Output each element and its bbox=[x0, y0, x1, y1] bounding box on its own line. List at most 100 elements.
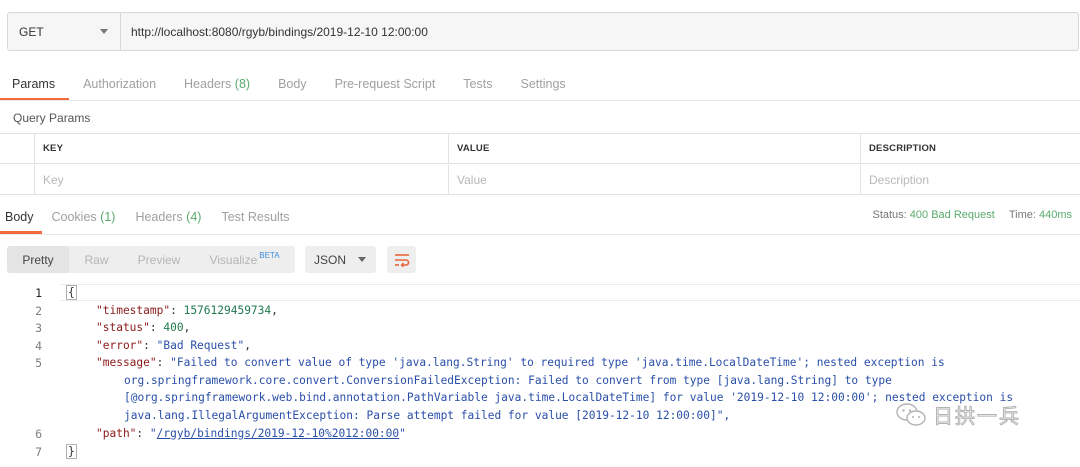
response-status: Status: 400 Bad Request Time: 440ms bbox=[872, 209, 1072, 221]
wechat-icon bbox=[896, 402, 926, 426]
json-key: "timestamp" bbox=[96, 304, 171, 317]
response-code-editor[interactable]: 1 2 3 4 5 6 7 { "timestamp": 15761294597… bbox=[0, 283, 1080, 467]
table-header-row: KEY VALUE DESCRIPTION bbox=[0, 134, 1080, 164]
tab-label: Cookies bbox=[51, 210, 97, 224]
code-line: "error": "Bad Request", bbox=[96, 339, 251, 352]
tab-label: Authorization bbox=[83, 77, 157, 91]
query-params-table: KEY VALUE DESCRIPTION Key Value Descript… bbox=[0, 133, 1080, 195]
column-value: VALUE bbox=[448, 134, 860, 163]
method-label: GET bbox=[19, 24, 44, 39]
chevron-down-icon bbox=[100, 29, 108, 34]
code-line: "timestamp": 1576129459734, bbox=[96, 304, 278, 317]
url-text: http://localhost:8080/rgyb/bindings/2019… bbox=[131, 24, 428, 39]
request-tabs: Params Authorization Headers (8) Body Pr… bbox=[0, 70, 580, 101]
json-string: "Bad Request" bbox=[156, 339, 245, 352]
tab-label: Test Results bbox=[221, 210, 290, 224]
code-line-wrapped: [@org.springframework.web.bind.annotatio… bbox=[124, 391, 1014, 404]
format-label: Visualize bbox=[209, 252, 258, 267]
format-preview[interactable]: Preview bbox=[124, 246, 194, 273]
column-description: DESCRIPTION bbox=[860, 134, 1080, 163]
tab-tests[interactable]: Tests bbox=[449, 70, 506, 101]
open-brace: { bbox=[66, 285, 77, 300]
line-number: 7 bbox=[35, 445, 42, 459]
current-line-highlight bbox=[60, 284, 1080, 301]
line-number: 3 bbox=[35, 321, 42, 335]
tab-label: Params bbox=[12, 77, 56, 91]
close-brace: } bbox=[66, 444, 77, 459]
json-key: "message" bbox=[96, 356, 157, 369]
line-number: 2 bbox=[35, 304, 42, 318]
row-checkbox-cell bbox=[0, 165, 34, 195]
table-row: Key Value Description bbox=[0, 165, 1080, 195]
tab-count: (1) bbox=[100, 210, 116, 224]
tab-pre-request-script[interactable]: Pre-request Script bbox=[321, 70, 450, 101]
format-pretty[interactable]: Pretty bbox=[7, 246, 69, 273]
tab-body[interactable]: Body bbox=[264, 70, 321, 101]
tab-headers[interactable]: Headers (8) bbox=[170, 70, 264, 101]
code-line-wrapped: java.lang.IllegalArgumentException: Pars… bbox=[124, 409, 731, 422]
divider bbox=[0, 234, 1080, 235]
line-number: 1 bbox=[35, 286, 42, 300]
time-info: Time: 440ms bbox=[1009, 209, 1072, 221]
tab-test-results[interactable]: Test Results bbox=[211, 202, 299, 234]
time-value[interactable]: 440ms bbox=[1039, 209, 1072, 221]
json-string: "/rgyb/bindings/2019-12-10%2012:00:00" bbox=[149, 427, 406, 440]
status-value[interactable]: 400 Bad Request bbox=[910, 209, 995, 221]
format-raw[interactable]: Raw bbox=[69, 246, 124, 273]
code-line: "path": "/rgyb/bindings/2019-12-10%2012:… bbox=[96, 427, 406, 440]
tab-label: Body bbox=[5, 210, 34, 224]
line-number: 6 bbox=[35, 427, 42, 441]
format-label: Preview bbox=[137, 252, 181, 267]
tab-label: Settings bbox=[520, 77, 566, 91]
header-spacer bbox=[0, 134, 34, 163]
format-visualize[interactable]: Visualize BETA bbox=[194, 246, 295, 273]
json-key: "status" bbox=[96, 321, 150, 334]
tab-response-headers[interactable]: Headers (4) bbox=[125, 202, 211, 234]
tab-params[interactable]: Params bbox=[0, 70, 70, 101]
tab-label: Body bbox=[278, 77, 307, 91]
tab-cookies[interactable]: Cookies (1) bbox=[42, 202, 126, 234]
code-line: "status": 400, bbox=[96, 321, 191, 334]
url-input[interactable]: http://localhost:8080/rgyb/bindings/2019… bbox=[121, 13, 1078, 50]
json-number: 1576129459734 bbox=[183, 304, 272, 317]
status-label: Status: bbox=[872, 209, 907, 221]
method-select[interactable]: GET bbox=[8, 13, 121, 50]
key-input[interactable]: Key bbox=[34, 165, 448, 195]
code-line-wrapped: org.springframework.core.convert.Convers… bbox=[124, 374, 892, 387]
beta-badge: BETA bbox=[259, 251, 280, 260]
format-label: Raw bbox=[84, 252, 109, 267]
wrap-lines-button[interactable] bbox=[387, 246, 416, 273]
tab-count: (4) bbox=[186, 210, 202, 224]
response-tabs: Body Cookies (1) Headers (4) Test Result… bbox=[0, 202, 300, 234]
tab-authorization[interactable]: Authorization bbox=[69, 70, 170, 101]
value-input[interactable]: Value bbox=[448, 165, 860, 195]
watermark: 日拱一兵 bbox=[895, 400, 1021, 429]
line-number: 4 bbox=[35, 339, 42, 353]
json-number: 400 bbox=[163, 321, 184, 334]
description-input[interactable]: Description bbox=[860, 165, 1080, 195]
status-info: Status: 400 Bad Request bbox=[872, 209, 994, 221]
code-line: } bbox=[66, 444, 77, 459]
tab-count: (8) bbox=[234, 77, 251, 91]
tab-response-body[interactable]: Body bbox=[0, 202, 42, 234]
time-label: Time: bbox=[1008, 209, 1036, 221]
query-params-title: Query Params bbox=[13, 111, 91, 125]
tab-settings[interactable]: Settings bbox=[506, 70, 579, 101]
wrap-lines-icon bbox=[394, 253, 409, 267]
format-tabs: Pretty Raw Preview Visualize BETA bbox=[7, 246, 295, 273]
json-key: "error" bbox=[96, 339, 144, 352]
language-label: JSON bbox=[314, 252, 347, 267]
code-line: "message": "Failed to convert value of t… bbox=[96, 356, 945, 369]
divider bbox=[0, 100, 1080, 101]
request-bar: GET http://localhost:8080/rgyb/bindings/… bbox=[7, 12, 1079, 51]
tab-label: Headers bbox=[135, 210, 183, 224]
language-select[interactable]: JSON bbox=[305, 246, 376, 273]
json-string: "Failed to convert value of type 'java.l… bbox=[170, 356, 945, 369]
tab-label: Tests bbox=[463, 77, 493, 91]
code-line: { bbox=[66, 285, 77, 300]
tab-label: Pre-request Script bbox=[334, 77, 436, 91]
path-link[interactable]: /rgyb/bindings/2019-12-10%2012:00:00 bbox=[157, 427, 399, 440]
json-key: "path" bbox=[96, 427, 137, 440]
tab-label: Headers bbox=[184, 77, 232, 91]
line-number: 5 bbox=[35, 356, 42, 370]
